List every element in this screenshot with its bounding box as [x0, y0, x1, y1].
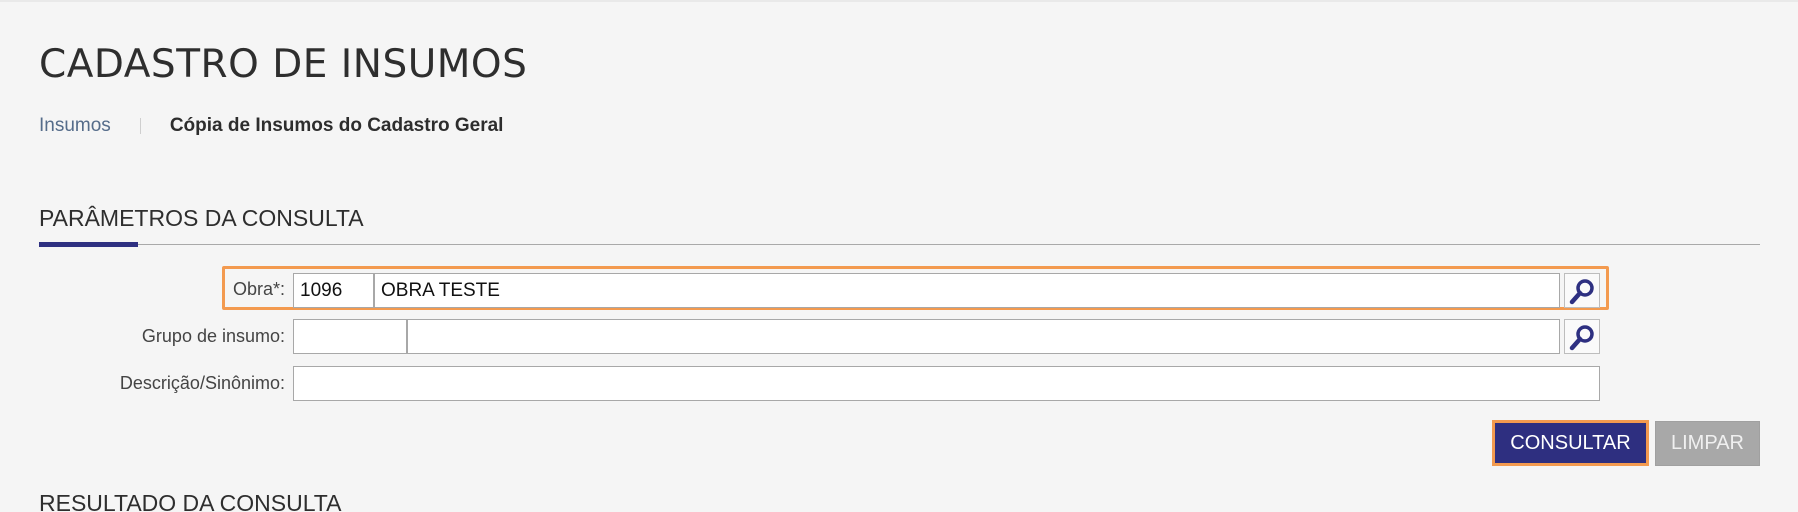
- descricao-label: Descrição/Sinônimo:: [119, 373, 285, 393]
- obra-search-button[interactable]: [1564, 273, 1600, 308]
- grupo-search-button[interactable]: [1564, 319, 1600, 354]
- breadcrumb-item-insumos[interactable]: Insumos: [39, 115, 111, 137]
- limpar-button[interactable]: LIMPAR: [1655, 421, 1760, 466]
- descricao-input[interactable]: [293, 366, 1600, 401]
- results-section-title: RESULTADO DA CONSULTA: [39, 490, 342, 512]
- grupo-name-input[interactable]: [407, 319, 1560, 354]
- breadcrumb: Insumos Cópia de Insumos do Cadastro Ger…: [39, 115, 503, 137]
- obra-label: Obra*:: [232, 279, 285, 299]
- obra-name-input[interactable]: [374, 273, 1560, 308]
- breadcrumb-separator: [139, 118, 141, 134]
- parameters-section-title: PARÂMETROS DA CONSULTA: [39, 205, 364, 231]
- page: CADASTRO DE INSUMOS Insumos Cópia de Ins…: [0, 0, 1798, 512]
- grupo-label: Grupo de insumo:: [141, 326, 285, 346]
- page-title: CADASTRO DE INSUMOS: [39, 42, 528, 87]
- magnifier-icon: [1569, 324, 1594, 350]
- magnifier-icon: [1569, 278, 1594, 304]
- breadcrumb-item-current: Cópia de Insumos do Cadastro Geral: [169, 115, 504, 136]
- section-accent-bar: [39, 242, 138, 247]
- parameters-section-header: PARÂMETROS DA CONSULTA: [39, 202, 1760, 247]
- consultar-button[interactable]: CONSULTAR: [1492, 420, 1649, 466]
- grupo-code-input[interactable]: [293, 319, 407, 354]
- obra-code-input[interactable]: [293, 273, 374, 308]
